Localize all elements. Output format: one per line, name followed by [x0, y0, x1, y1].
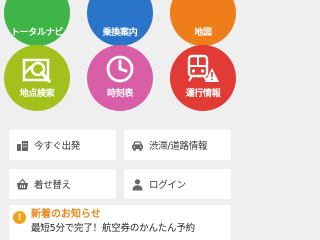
spot-search-label: 地点検索 — [19, 89, 55, 99]
depart-now-button[interactable]: 今すぐ出発 — [9, 130, 116, 160]
train-alert-icon — [187, 54, 219, 82]
service-info-button[interactable]: 運行情報 — [170, 45, 236, 111]
map-button[interactable]: 地図 — [170, 0, 236, 46]
theme-label: 着せ替え — [34, 180, 71, 191]
building-icon — [17, 140, 28, 151]
app-screen: トータルナビ 乗換案内 地図 地点検索 時刻表 運行情報 今すぐ出発 渋滞/道路… — [0, 0, 240, 240]
news-heading: 新着のお知らせ — [31, 209, 101, 220]
map-label: 地図 — [194, 28, 212, 38]
car-icon — [132, 140, 143, 151]
news-text: 新着のお知らせ 最短5分で完了！航空券のかんたん予約 — [31, 208, 195, 240]
transfer-button[interactable]: 乗換案内 — [87, 0, 153, 46]
depart-now-label: 今すぐ出発 — [34, 141, 81, 152]
clock-icon — [106, 55, 134, 83]
basket-icon — [16, 178, 29, 189]
theme-button[interactable]: 着せ替え — [9, 169, 116, 199]
news-body: 最短5分で完了！航空券のかんたん予約 — [31, 223, 195, 234]
traffic-label: 渋滞/道路情報 — [149, 141, 208, 152]
spot-search-button[interactable]: 地点検索 — [4, 45, 70, 111]
transfer-label: 乗換案内 — [102, 28, 138, 38]
person-icon — [132, 178, 143, 190]
traffic-button[interactable]: 渋滞/道路情報 — [124, 130, 231, 160]
login-label: ログイン — [149, 180, 186, 191]
spot-search-icon — [22, 58, 51, 83]
total-navi-button[interactable]: トータルナビ — [4, 0, 70, 46]
timetable-label: 時刻表 — [106, 89, 134, 99]
total-navi-label: トータルナビ — [10, 28, 64, 38]
service-info-label: 運行情報 — [185, 89, 221, 99]
alert-icon: ! — [13, 211, 26, 224]
news-panel[interactable]: ! 新着のお知らせ 最短5分で完了！航空券のかんたん予約 — [9, 205, 231, 240]
login-button[interactable]: ログイン — [124, 169, 231, 199]
timetable-button[interactable]: 時刻表 — [87, 45, 153, 111]
